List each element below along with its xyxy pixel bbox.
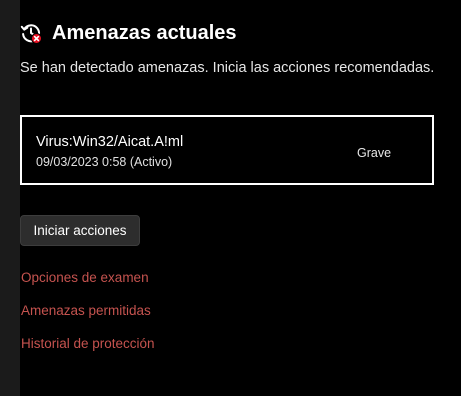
threat-date: 09/03/2023 0:58 (Activo)	[36, 155, 173, 169]
threat-summary-text: Se han detectado amenazas. Inicia las ac…	[20, 60, 435, 76]
scan-options-link[interactable]: Opciones de examen	[21, 269, 149, 287]
protection-history-link[interactable]: Historial de protección	[21, 335, 155, 353]
navigation-strip	[0, 0, 20, 396]
threat-severity-badge: Grave	[357, 146, 392, 160]
threat-list-item[interactable]: Virus:Win32/Aicat.A!ml 09/03/2023 0:58 (…	[20, 115, 434, 185]
threat-name: Virus:Win32/Aicat.A!ml	[36, 134, 184, 150]
section-header: Amenazas actuales	[20, 20, 237, 46]
start-actions-button[interactable]: Iniciar acciones	[20, 215, 140, 246]
allowed-threats-link[interactable]: Amenazas permitidas	[21, 302, 151, 320]
page-title: Amenazas actuales	[52, 22, 237, 44]
clock-threat-icon	[20, 22, 42, 44]
